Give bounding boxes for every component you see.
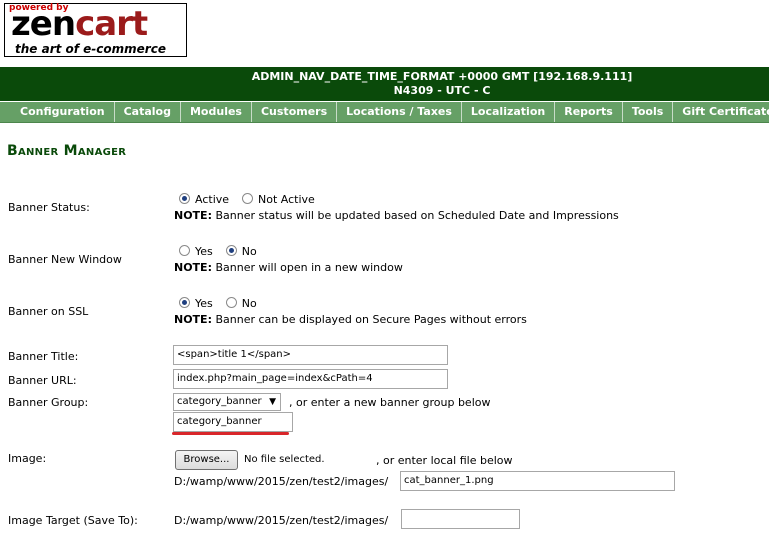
banner-group-label: Banner Group: — [8, 396, 89, 409]
header-server: N4309 - UTC - C — [393, 84, 491, 97]
status-note: NOTE: Banner status will be updated base… — [174, 209, 619, 222]
admin-nav-menu: Configuration Catalog Modules Customers Loca… — [0, 102, 769, 123]
status-active-radio[interactable] — [179, 193, 190, 204]
nav-gift-certificates[interactable]: Gift Certificates — [673, 102, 769, 122]
new-banner-group-input[interactable]: category_banner — [173, 412, 293, 432]
ssl-label: Banner on SSL — [8, 305, 89, 318]
banner-title-input[interactable]: <span>title 1</span> — [173, 345, 448, 365]
image-path-text: D:/wamp/www/2015/zen/test2/images/ — [174, 475, 389, 488]
image-label: Image: — [8, 452, 47, 465]
page-title: Banner Manager — [7, 143, 127, 159]
banner-status-label: Banner Status: — [8, 201, 90, 214]
ssl-yes-radio[interactable] — [179, 297, 190, 308]
nav-reports[interactable]: Reports — [555, 102, 623, 122]
zencart-logo[interactable]: powered by zencart the art of e-commerce — [4, 3, 187, 57]
nav-locations-taxes[interactable]: Locations / Taxes — [337, 102, 462, 122]
image-target-label: Image Target (Save To): — [8, 514, 138, 527]
banner-group-hint: , or enter a new banner group below — [289, 396, 491, 409]
nav-customers[interactable]: Customers — [252, 102, 338, 122]
new-window-options: Yes No — [179, 245, 257, 258]
image-target-path: D:/wamp/www/2015/zen/test2/images/ — [174, 514, 389, 527]
banner-group-select[interactable]: category_banner ▼ — [173, 393, 281, 411]
nav-catalog[interactable]: Catalog — [115, 102, 181, 122]
image-target-input[interactable] — [401, 509, 520, 529]
nav-tools[interactable]: Tools — [623, 102, 674, 122]
banner-status-options: Active Not Active — [179, 193, 315, 206]
new-window-yes-radio[interactable] — [179, 245, 190, 256]
ssl-no-label: No — [241, 297, 257, 310]
admin-header-bar: ADMIN_NAV_DATE_TIME_FORMAT +0000 GMT [19… — [0, 67, 769, 101]
banner-title-label: Banner Title: — [8, 350, 79, 363]
new-window-note: NOTE: Banner will open in a new window — [174, 261, 403, 274]
logo-tagline: the art of e-commerce — [15, 42, 166, 56]
banner-group-selected: category_banner — [177, 396, 262, 407]
status-inactive-radio[interactable] — [242, 193, 254, 204]
ssl-options: Yes No — [179, 297, 257, 310]
image-hint: , or enter local file below — [376, 454, 513, 467]
local-image-input[interactable]: cat_banner_1.png — [400, 471, 675, 491]
ssl-note: NOTE: Banner can be displayed on Secure … — [174, 313, 527, 326]
new-window-label: Banner New Window — [8, 253, 122, 266]
nav-modules[interactable]: Modules — [181, 102, 252, 122]
logo-wordmark: zencart — [11, 4, 148, 44]
nav-localization[interactable]: Localization — [462, 102, 556, 122]
status-active-label: Active — [195, 193, 230, 206]
new-window-no-radio[interactable] — [225, 245, 237, 256]
ssl-yes-label: Yes — [195, 297, 213, 310]
banner-url-label: Banner URL: — [8, 374, 77, 387]
highlight-underline — [172, 432, 289, 435]
status-inactive-label: Not Active — [258, 193, 315, 206]
no-file-selected-text: No file selected. — [244, 454, 325, 465]
new-window-no-label: No — [241, 245, 257, 258]
header-datetime: ADMIN_NAV_DATE_TIME_FORMAT +0000 GMT [19… — [251, 70, 633, 83]
browse-button[interactable]: Browse... — [175, 450, 238, 470]
nav-configuration[interactable]: Configuration — [0, 102, 115, 122]
new-window-yes-label: Yes — [195, 245, 213, 258]
chevron-down-icon: ▼ — [269, 397, 276, 407]
ssl-no-radio[interactable] — [225, 297, 237, 308]
banner-url-input[interactable]: index.php?main_page=index&cPath=4 — [173, 369, 448, 389]
